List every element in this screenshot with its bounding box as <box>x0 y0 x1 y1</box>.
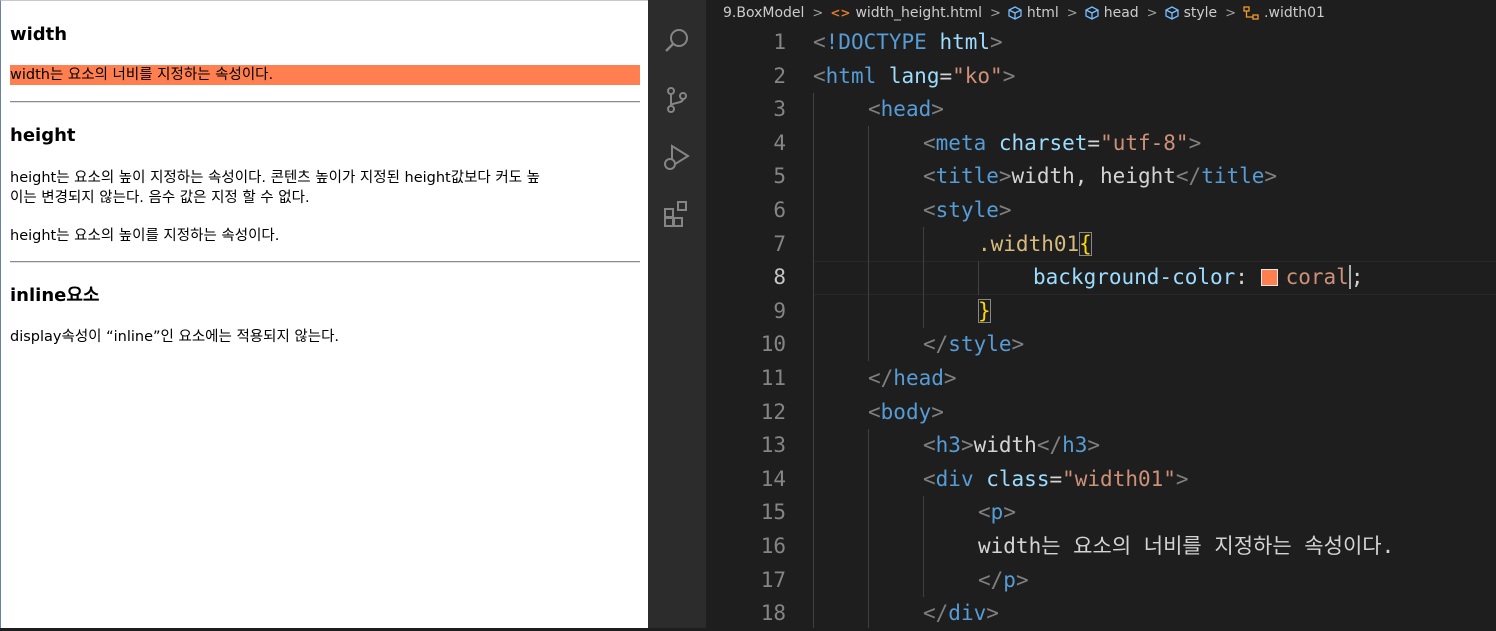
color-swatch[interactable] <box>1260 269 1278 287</box>
heading-width: width <box>10 24 68 45</box>
code-line: } <box>978 298 991 323</box>
selector-icon <box>1243 6 1259 20</box>
line-number: 6 <box>773 198 786 222</box>
code-line: .width01{ <box>978 231 1092 256</box>
code-line: <head> <box>868 97 944 122</box>
code-line: <div class="width01"> <box>923 466 1189 491</box>
heading-height: height <box>10 125 76 146</box>
chevron-right-icon: > <box>1225 5 1237 21</box>
code-line: <p> <box>978 500 1016 525</box>
code-line: </div> <box>923 601 999 626</box>
line-number: 3 <box>773 97 786 122</box>
code-line: </style> <box>923 332 1025 357</box>
element-icon <box>1085 6 1099 20</box>
code-line: <style> <box>923 198 1012 222</box>
line-number: 16 <box>760 534 786 558</box>
line-number: 13 <box>760 433 786 458</box>
vscode-window: 9.BoxModel > <> width_height.html > html… <box>648 0 1496 628</box>
line-number: 4 <box>773 130 786 155</box>
indent-guide <box>813 93 814 628</box>
code-line: <!DOCTYPE html> <box>813 30 1003 54</box>
chevron-right-icon: > <box>990 5 1001 21</box>
height-paragraph-1: height는 요소의 높이 지정하는 속성이다. 콘텐츠 높이가 지정된 he… <box>10 170 540 206</box>
code-line-active: background-color: coral; <box>1033 265 1364 290</box>
line-number: 9 <box>773 298 786 323</box>
indent-guide <box>978 261 979 295</box>
code-area[interactable]: <!DOCTYPE html> <html lang="ko"> <head> … <box>813 26 1496 628</box>
height-paragraph-2: height는 요소의 높이를 지정하는 속성이다. <box>10 228 280 244</box>
line-number: 10 <box>760 332 786 357</box>
divider <box>10 261 640 263</box>
code-line: </head> <box>868 366 957 390</box>
line-number: 11 <box>760 366 786 390</box>
breadcrumb-html[interactable]: html <box>1008 5 1059 21</box>
run-debug-icon[interactable] <box>661 141 693 173</box>
html-file-icon: <> <box>830 6 851 20</box>
line-number-gutter: 1 2 3 4 5 6 7 8 9 10 11 12 13 14 15 16 1… <box>706 26 786 628</box>
line-number-active: 8 <box>773 265 786 290</box>
code-editor[interactable]: 1 2 3 4 5 6 7 8 9 10 11 12 13 14 15 16 1… <box>706 26 1496 628</box>
line-number: 1 <box>773 30 786 54</box>
breadcrumb-style[interactable]: style <box>1164 5 1217 21</box>
heading-inline: inline요소 <box>10 285 100 306</box>
code-line: <title>width, height</title> <box>923 164 1278 189</box>
breadcrumb-head[interactable]: head <box>1085 5 1139 21</box>
breadcrumb-folder[interactable]: 9.BoxModel <box>723 5 804 21</box>
breadcrumb-selector[interactable]: .width01 <box>1243 5 1325 21</box>
indent-guide <box>868 429 869 628</box>
source-control-icon[interactable] <box>661 84 693 116</box>
element-icon <box>1164 6 1179 20</box>
chevron-right-icon: > <box>812 5 824 21</box>
code-line: <h3>width</h3> <box>923 433 1101 458</box>
code-line: width는 요소의 너비를 지정하는 속성이다. <box>978 534 1395 558</box>
code-line: <body> <box>868 399 944 424</box>
line-number: 5 <box>773 164 786 189</box>
search-icon[interactable] <box>661 25 693 57</box>
chevron-right-icon: > <box>1146 5 1158 21</box>
breadcrumb-file[interactable]: <> width_height.html <box>830 5 982 21</box>
width-paragraph: width는 요소의 너비를 지정하는 속성이다. <box>10 67 274 83</box>
element-icon <box>1008 6 1022 20</box>
line-number: 12 <box>760 399 786 424</box>
code-line: <html lang="ko"> <box>813 63 1016 88</box>
extensions-icon[interactable] <box>661 198 693 230</box>
indent-guide <box>923 496 924 597</box>
breadcrumb: 9.BoxModel > <> width_height.html > html… <box>706 0 1496 26</box>
line-number: 2 <box>773 63 786 88</box>
line-number: 7 <box>773 231 786 256</box>
line-number: 14 <box>760 466 786 491</box>
line-number: 17 <box>760 567 786 592</box>
line-number: 15 <box>760 500 786 525</box>
width01-box: width는 요소의 너비를 지정하는 속성이다. <box>10 65 640 85</box>
chevron-right-icon: > <box>1066 5 1078 21</box>
activity-bar <box>648 0 706 628</box>
divider <box>10 101 640 103</box>
code-line: <meta charset="utf-8"> <box>923 130 1202 155</box>
indent-guide <box>923 227 924 328</box>
inline-paragraph: display속성이 “inline”인 요소에는 적용되지 않는다. <box>10 329 340 345</box>
code-line: </p> <box>978 567 1029 592</box>
indent-guide <box>868 126 869 361</box>
browser-preview: width width는 요소의 너비를 지정하는 속성이다. height h… <box>0 0 648 628</box>
line-number: 18 <box>760 601 786 626</box>
